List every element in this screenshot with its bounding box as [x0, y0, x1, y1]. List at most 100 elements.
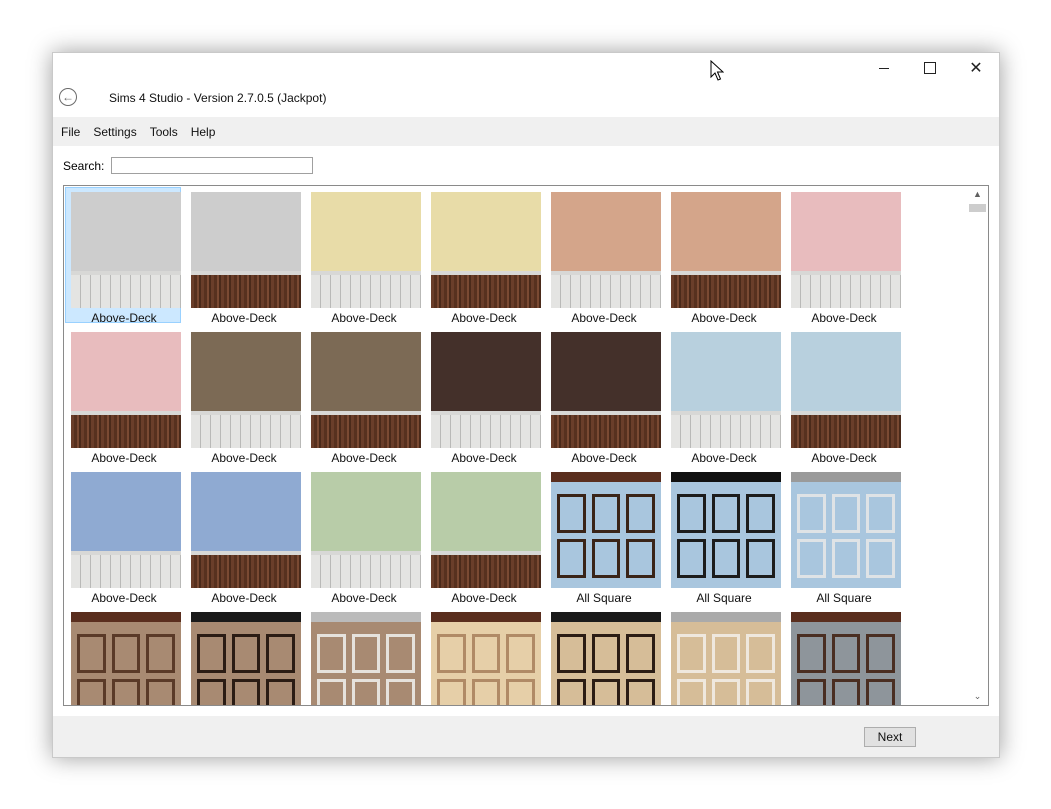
- item-label: Above-Deck: [451, 311, 517, 325]
- list-item[interactable]: Above-Deck: [425, 327, 541, 465]
- item-label: Above-Deck: [91, 451, 157, 465]
- item-thumbnail: [431, 192, 541, 308]
- search-input[interactable]: [111, 157, 313, 174]
- list-item[interactable]: Above-Deck: [305, 327, 421, 465]
- item-grid: Above-Deck Above-Deck Above-Deck Above-Deck…: [64, 186, 969, 705]
- item-thumbnail: [551, 192, 661, 308]
- item-thumbnail: [671, 472, 781, 588]
- item-label: All Square: [816, 591, 872, 605]
- item-thumbnail: [311, 332, 421, 448]
- item-thumbnail: [551, 612, 661, 705]
- item-label: Above-Deck: [691, 451, 757, 465]
- item-label: Above-Deck: [571, 451, 637, 465]
- item-thumbnail: [551, 472, 661, 588]
- item-label: Above-Deck: [331, 591, 397, 605]
- title-bar: ← Sims 4 Studio - Version 2.7.0.5 (Jackp…: [53, 53, 999, 117]
- close-icon: ✕: [969, 60, 983, 77]
- item-thumbnail: [551, 332, 661, 448]
- list-item[interactable]: Above-Deck: [305, 187, 421, 325]
- list-item[interactable]: Above-Deck: [425, 187, 541, 325]
- item-thumbnail: [191, 472, 301, 588]
- item-thumbnail: [71, 612, 181, 705]
- list-item[interactable]: [185, 607, 301, 705]
- item-label: Above-Deck: [571, 311, 637, 325]
- list-item[interactable]: Above-Deck: [665, 187, 781, 325]
- list-item[interactable]: Above-Deck: [305, 467, 421, 605]
- list-item[interactable]: Above-Deck: [785, 187, 901, 325]
- vertical-scrollbar[interactable]: ▲ ⌄: [969, 186, 986, 705]
- item-label: Above-Deck: [331, 311, 397, 325]
- item-thumbnail: [191, 192, 301, 308]
- close-button[interactable]: ✕: [953, 53, 999, 83]
- list-item[interactable]: Above-Deck: [665, 327, 781, 465]
- item-thumbnail: [671, 332, 781, 448]
- item-label: Above-Deck: [811, 451, 877, 465]
- item-label: Above-Deck: [331, 451, 397, 465]
- item-thumbnail: [311, 192, 421, 308]
- list-item[interactable]: All Square: [545, 467, 661, 605]
- item-list: Above-Deck Above-Deck Above-Deck Above-Deck…: [63, 185, 989, 706]
- minimize-button[interactable]: [861, 53, 907, 83]
- item-thumbnail: [431, 472, 541, 588]
- item-label: Above-Deck: [451, 591, 517, 605]
- next-button[interactable]: Next: [864, 727, 916, 747]
- list-item[interactable]: Above-Deck: [185, 187, 301, 325]
- item-thumbnail: [671, 612, 781, 705]
- list-item[interactable]: [785, 607, 901, 705]
- minimize-icon: [879, 67, 889, 69]
- menu-tools[interactable]: Tools: [145, 125, 183, 139]
- app-window: ← Sims 4 Studio - Version 2.7.0.5 (Jackp…: [52, 52, 1000, 758]
- back-arrow-icon[interactable]: ←: [59, 88, 77, 106]
- search-label: Search:: [63, 159, 105, 173]
- mouse-cursor-icon: [710, 60, 724, 81]
- list-item[interactable]: All Square: [665, 467, 781, 605]
- list-item[interactable]: [665, 607, 781, 705]
- item-thumbnail: [791, 332, 901, 448]
- item-label: Above-Deck: [211, 591, 277, 605]
- item-label: Above-Deck: [211, 451, 277, 465]
- list-item[interactable]: [65, 607, 181, 705]
- window-title: Sims 4 Studio - Version 2.7.0.5 (Jackpot…: [109, 91, 327, 105]
- list-item[interactable]: [425, 607, 541, 705]
- list-item[interactable]: Above-Deck: [185, 327, 301, 465]
- list-item[interactable]: [545, 607, 661, 705]
- list-item[interactable]: Above-Deck: [545, 187, 661, 325]
- chevron-down-icon[interactable]: ⌄: [969, 688, 986, 705]
- list-item[interactable]: Above-Deck: [185, 467, 301, 605]
- item-label: All Square: [696, 591, 752, 605]
- scroll-thumb[interactable]: [969, 204, 986, 212]
- list-item[interactable]: Above-Deck: [65, 467, 181, 605]
- item-label: All Square: [576, 591, 632, 605]
- list-item[interactable]: Above-Deck: [545, 327, 661, 465]
- item-thumbnail: [791, 472, 901, 588]
- item-label: Above-Deck: [91, 311, 157, 325]
- maximize-button[interactable]: [907, 53, 953, 83]
- maximize-icon: [924, 62, 936, 74]
- item-thumbnail: [71, 332, 181, 448]
- footer-bar: Next: [53, 716, 999, 757]
- chevron-up-icon[interactable]: ▲: [969, 186, 986, 203]
- list-item[interactable]: Above-Deck: [65, 187, 181, 325]
- item-thumbnail: [191, 332, 301, 448]
- item-thumbnail: [671, 192, 781, 308]
- list-item[interactable]: Above-Deck: [785, 327, 901, 465]
- item-thumbnail: [191, 612, 301, 705]
- list-item[interactable]: [305, 607, 421, 705]
- list-item[interactable]: Above-Deck: [425, 467, 541, 605]
- item-thumbnail: [311, 472, 421, 588]
- item-label: Above-Deck: [91, 591, 157, 605]
- item-label: Above-Deck: [211, 311, 277, 325]
- item-thumbnail: [791, 192, 901, 308]
- item-thumbnail: [431, 612, 541, 705]
- menu-help[interactable]: Help: [186, 125, 221, 139]
- menu-settings[interactable]: Settings: [88, 125, 141, 139]
- item-label: Above-Deck: [691, 311, 757, 325]
- item-thumbnail: [71, 192, 181, 308]
- item-thumbnail: [791, 612, 901, 705]
- item-thumbnail: [311, 612, 421, 705]
- list-item[interactable]: Above-Deck: [65, 327, 181, 465]
- list-item[interactable]: All Square: [785, 467, 901, 605]
- menu-file[interactable]: File: [56, 125, 85, 139]
- item-thumbnail: [71, 472, 181, 588]
- item-label: Above-Deck: [811, 311, 877, 325]
